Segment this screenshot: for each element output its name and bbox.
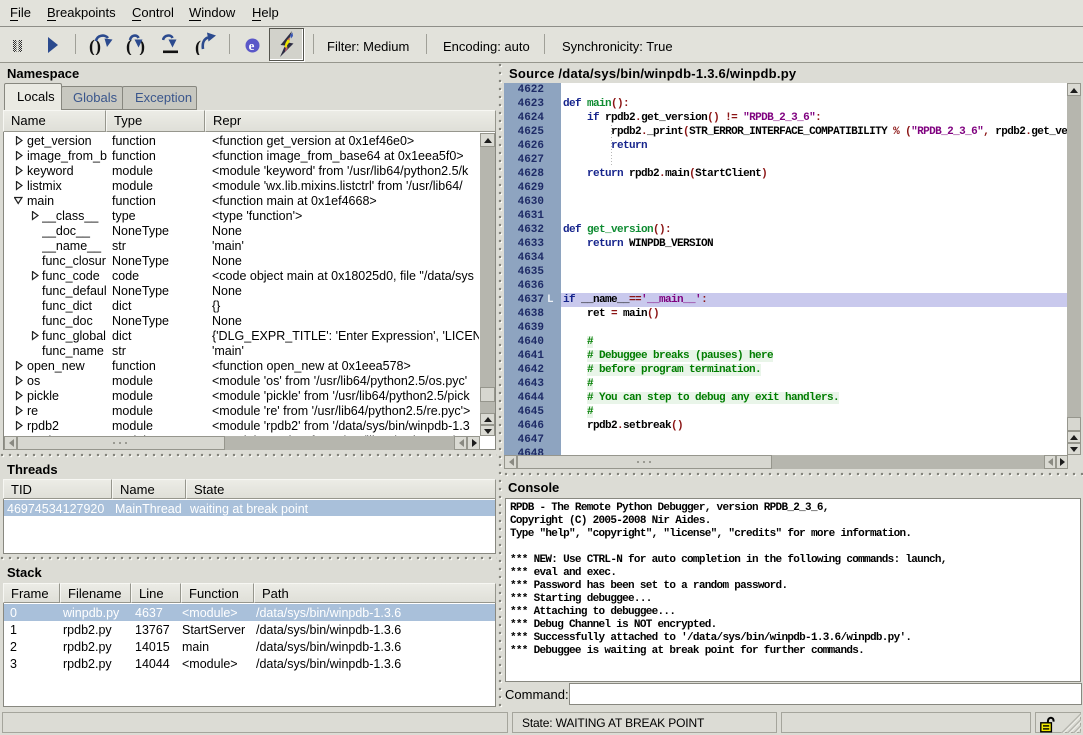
svg-text:(: ( <box>195 37 201 55</box>
svg-text:): ) <box>139 36 145 55</box>
svg-text:e: e <box>249 38 255 53</box>
svg-text:(): () <box>89 36 101 55</box>
